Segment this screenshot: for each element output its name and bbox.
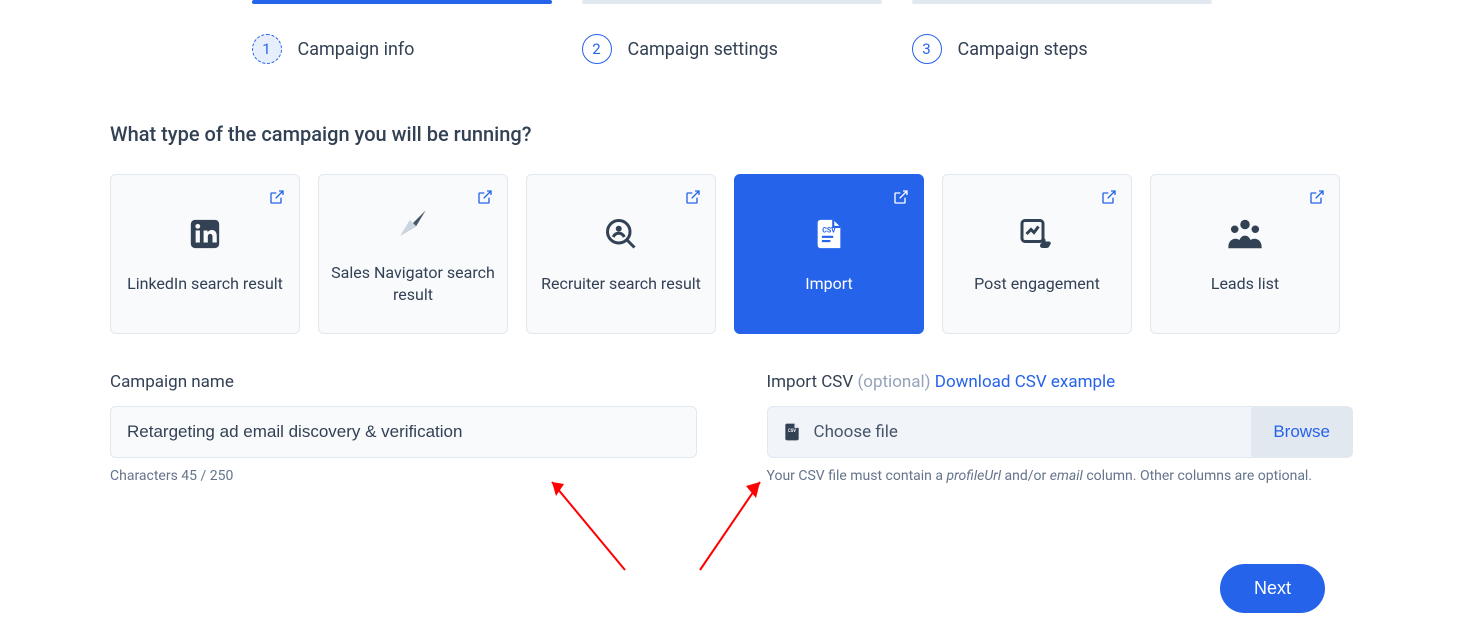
external-link-icon xyxy=(1309,189,1325,205)
card-label: Post engagement xyxy=(974,273,1100,295)
helper-em: email xyxy=(1050,468,1083,484)
card-label: Recruiter search result xyxy=(541,273,701,295)
card-sales-navigator[interactable]: Sales Navigator search result xyxy=(318,174,508,334)
svg-text:CSV: CSV xyxy=(822,225,836,234)
card-post-engagement[interactable]: Post engagement xyxy=(942,174,1132,334)
download-csv-example-link[interactable]: Download CSV example xyxy=(935,372,1115,392)
external-link-icon xyxy=(1101,189,1117,205)
external-link-icon xyxy=(269,189,285,205)
chart-thumb-icon xyxy=(1016,213,1058,255)
helper-text: column. Other columns are optional. xyxy=(1083,468,1312,484)
annotation-arrow-icon xyxy=(690,470,790,580)
step-progress-bar xyxy=(912,0,1212,4)
linkedin-icon xyxy=(184,213,226,255)
card-linkedin-search[interactable]: LinkedIn search result xyxy=(110,174,300,334)
csv-file-icon: CSV xyxy=(808,213,850,255)
card-label: Import xyxy=(805,273,853,295)
campaign-name-input[interactable] xyxy=(110,406,697,458)
import-csv-label-text: Import CSV xyxy=(767,372,854,392)
helper-em: profileUrl xyxy=(946,468,1001,484)
step-number: 2 xyxy=(582,34,612,64)
step-campaign-steps[interactable]: 3 Campaign steps xyxy=(912,0,1212,64)
helper-text: and/or xyxy=(1001,468,1050,484)
csv-file-icon: CSV xyxy=(782,422,802,442)
card-import[interactable]: CSV Import xyxy=(734,174,924,334)
choose-file-placeholder: Choose file xyxy=(814,422,898,442)
campaign-name-group: Campaign name Characters 45 / 250 xyxy=(110,372,697,484)
import-csv-label: Import CSV (optional) Download CSV examp… xyxy=(767,372,1354,392)
step-label: Campaign steps xyxy=(958,39,1088,60)
compass-icon xyxy=(392,202,434,244)
external-link-icon xyxy=(477,189,493,205)
optional-hint: (optional) xyxy=(857,372,930,392)
step-label: Campaign settings xyxy=(628,39,778,60)
people-group-icon xyxy=(1224,213,1266,255)
csv-helper-text: Your CSV file must contain a profileUrl … xyxy=(767,468,1354,484)
annotation-arrow-icon xyxy=(540,470,640,580)
card-label: Sales Navigator search result xyxy=(329,262,497,307)
card-label: LinkedIn search result xyxy=(127,273,283,295)
step-progress-bar xyxy=(582,0,882,4)
step-number: 3 xyxy=(912,34,942,64)
helper-text: Your CSV file must contain a xyxy=(767,468,947,484)
svg-text:CSV: CSV xyxy=(788,429,796,434)
step-label: Campaign info xyxy=(298,39,415,60)
step-campaign-info[interactable]: 1 Campaign info xyxy=(252,0,552,64)
step-number: 1 xyxy=(252,34,282,64)
card-leads-list[interactable]: Leads list xyxy=(1150,174,1340,334)
choose-file-area[interactable]: CSV Choose file xyxy=(768,407,1252,457)
character-counter: Characters 45 / 250 xyxy=(110,468,697,484)
campaign-type-cards: LinkedIn search result Sales Navigator s… xyxy=(110,174,1353,334)
card-recruiter-search[interactable]: Recruiter search result xyxy=(526,174,716,334)
browse-button[interactable]: Browse xyxy=(1251,407,1352,457)
external-link-icon xyxy=(685,189,701,205)
external-link-icon xyxy=(893,189,909,205)
import-csv-group: Import CSV (optional) Download CSV examp… xyxy=(767,372,1354,484)
stepper: 1 Campaign info 2 Campaign settings 3 Ca… xyxy=(252,0,1212,64)
person-search-icon xyxy=(600,213,642,255)
file-input-row: CSV Choose file Browse xyxy=(767,406,1354,458)
card-label: Leads list xyxy=(1211,273,1279,295)
section-heading: What type of the campaign you will be ru… xyxy=(110,122,1353,146)
step-progress-bar xyxy=(252,0,552,4)
campaign-name-label: Campaign name xyxy=(110,372,697,392)
next-button[interactable]: Next xyxy=(1220,564,1325,613)
step-campaign-settings[interactable]: 2 Campaign settings xyxy=(582,0,882,64)
